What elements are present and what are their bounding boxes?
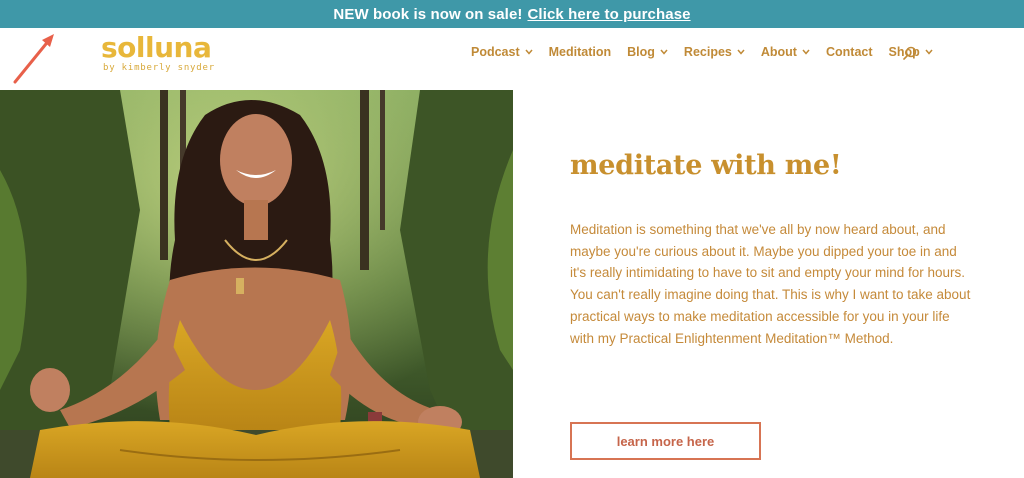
chevron-down-icon <box>802 49 810 55</box>
nav-item-meditation[interactable]: Meditation <box>549 45 612 59</box>
nav-item-about[interactable]: About <box>761 45 810 59</box>
learn-more-button[interactable]: learn more here <box>570 422 761 460</box>
nav-item-podcast[interactable]: Podcast <box>471 45 533 59</box>
hero-heading: meditate with me! <box>570 150 842 181</box>
chevron-down-icon <box>525 49 533 55</box>
logo-wordmark: solluna <box>101 31 212 64</box>
hero-paragraph: Meditation is something that we've all b… <box>570 222 971 346</box>
logo-tagline: by kimberly snyder <box>103 63 215 73</box>
search-icon[interactable] <box>903 46 917 60</box>
chevron-down-icon <box>660 49 668 55</box>
nav-item-recipes[interactable]: Recipes <box>684 45 745 59</box>
chevron-down-icon <box>737 49 745 55</box>
annotation-arrow-icon <box>13 34 54 84</box>
nav-item-blog[interactable]: Blog <box>627 45 668 59</box>
main-nav: Podcast Meditation Blog Recipes About Co… <box>471 45 949 59</box>
nav-item-label: Meditation <box>548 45 612 59</box>
nav-item-label: Blog <box>627 45 655 59</box>
announcement-bar: NEW book is now on sale! Click here to p… <box>0 0 1024 28</box>
nav-item-label: About <box>760 45 797 59</box>
nav-item-label: Recipes <box>683 45 732 59</box>
chevron-down-icon <box>925 49 933 55</box>
announcement-text: NEW book is now on sale! <box>333 5 523 23</box>
nav-item-contact[interactable]: Contact <box>826 45 873 59</box>
site-logo[interactable]: solluna by kimberly snyder <box>101 31 215 74</box>
nav-item-label: Podcast <box>471 45 520 59</box>
nav-item-label: Contact <box>825 45 873 59</box>
hero-image <box>0 90 513 478</box>
purchase-link[interactable]: Click here to purchase <box>528 6 691 23</box>
meditation-portrait-photo <box>0 90 513 478</box>
